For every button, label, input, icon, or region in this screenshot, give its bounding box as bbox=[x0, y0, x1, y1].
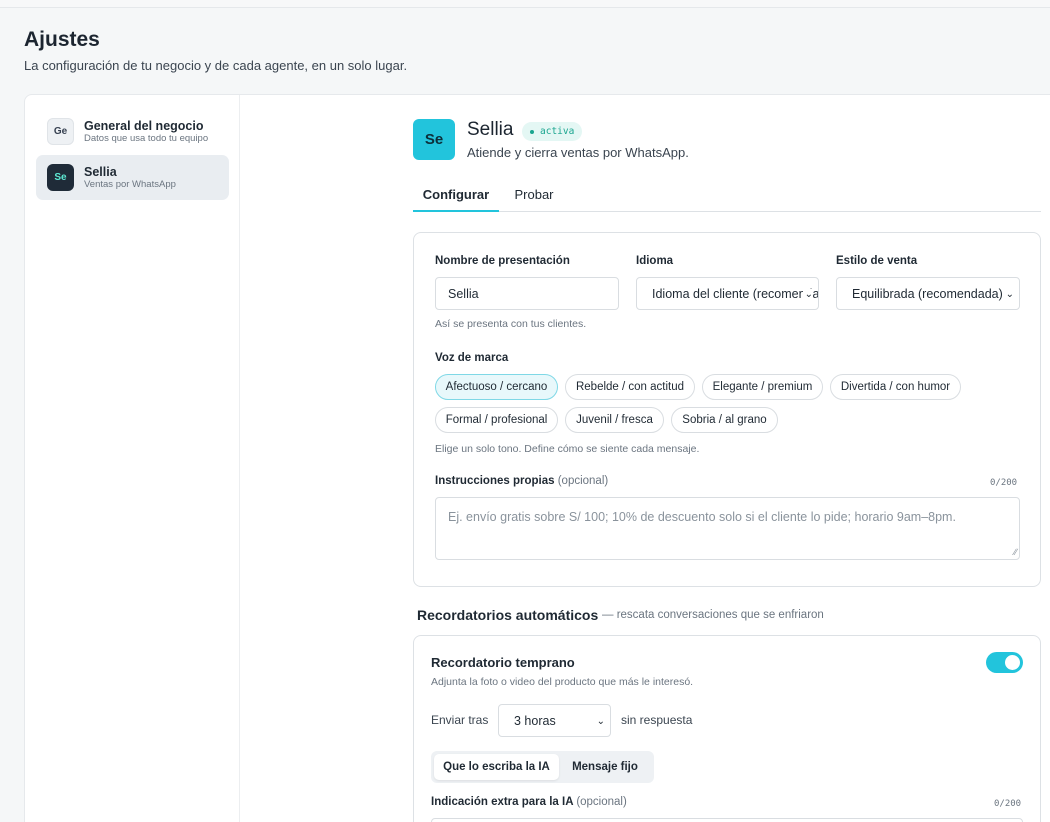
status-dot-icon bbox=[530, 129, 534, 134]
sidebar-item-general[interactable]: Ge General del negocio Datos que usa tod… bbox=[36, 109, 229, 154]
avatar: Se bbox=[47, 164, 74, 191]
reminder-subtitle: Adjunta la foto o video del producto que… bbox=[431, 676, 694, 688]
top-bar bbox=[0, 0, 1050, 8]
sidebar-item-title: General del negocio bbox=[84, 118, 204, 133]
textarea-placeholder: Ej. envío gratis sobre S/ 100; 10% de de… bbox=[448, 510, 956, 524]
tab-bar: Configurar Probar bbox=[413, 181, 1041, 212]
chevron-down-icon: ⌄ bbox=[594, 716, 605, 727]
toggle-knob bbox=[1005, 655, 1020, 670]
voice-chip[interactable]: Rebelde / con actitud bbox=[565, 374, 695, 400]
name-input[interactable]: Sellia bbox=[435, 277, 619, 310]
agent-description: Atiende y cierra ventas por WhatsApp. bbox=[467, 145, 689, 160]
settings-panel: Ge General del negocio Datos que usa tod… bbox=[24, 94, 1050, 822]
chevron-down-icon: ⌄ bbox=[802, 289, 813, 300]
page-subtitle: La configuración de tu negocio y de cada… bbox=[24, 58, 408, 73]
no-reply-label: sin respuesta bbox=[621, 713, 693, 727]
language-label: Idioma bbox=[636, 255, 674, 267]
sidebar-item-subtitle: Ventas por WhatsApp bbox=[84, 178, 176, 190]
avatar: Ge bbox=[47, 118, 74, 145]
tab-configurar[interactable]: Configurar bbox=[413, 181, 499, 212]
reminder-toggle[interactable] bbox=[986, 652, 1023, 673]
status-badge: activa bbox=[522, 122, 583, 141]
reminders-title: Recordatorios automáticos bbox=[417, 607, 599, 623]
sidebar: Ge General del negocio Datos que usa tod… bbox=[25, 95, 240, 822]
extra-instructions-input[interactable] bbox=[431, 818, 1023, 822]
voice-chip[interactable]: Sobria / al grano bbox=[671, 407, 778, 433]
resize-handle-icon[interactable]: ∕∕ bbox=[1014, 547, 1017, 557]
sidebar-item-subtitle: Datos que usa todo tu equipo bbox=[84, 132, 209, 144]
config-card: Nombre de presentación Sellia Así se pre… bbox=[413, 232, 1041, 587]
agent-name: Sellia bbox=[467, 119, 514, 140]
page-title: Ajustes bbox=[24, 28, 100, 51]
voice-chip[interactable]: Elegante / premium bbox=[702, 374, 823, 400]
sidebar-item-sellia[interactable]: Se Sellia Ventas por WhatsApp bbox=[36, 155, 229, 200]
status-text: activa bbox=[540, 126, 575, 137]
name-label: Nombre de presentación bbox=[435, 255, 570, 267]
extra-label: Indicación extra para la IA (opcional) bbox=[431, 796, 627, 808]
delay-select-value: 3 horas bbox=[514, 713, 556, 728]
language-select-value: Idioma del cliente (recomendado) bbox=[652, 286, 819, 301]
language-select[interactable]: Idioma del cliente (recomendado) ⌄ bbox=[636, 277, 819, 310]
instructions-label: Instrucciones propias (opcional) bbox=[435, 475, 609, 487]
voice-chip[interactable]: Afectuoso / cercano bbox=[435, 374, 558, 400]
style-select[interactable]: Equilibrada (recomendada) ⌄ bbox=[836, 277, 1020, 310]
tab-probar[interactable]: Probar bbox=[509, 181, 559, 212]
reminder-title: Recordatorio temprano bbox=[431, 655, 575, 670]
voice-hint: Elige un solo tono. Define cómo se sient… bbox=[435, 443, 700, 455]
agent-avatar: Se bbox=[413, 119, 455, 160]
chevron-down-icon: ⌄ bbox=[1003, 289, 1014, 300]
voice-chip[interactable]: Juvenil / fresca bbox=[565, 407, 664, 433]
mode-ai-button[interactable]: Que lo escriba la IA bbox=[434, 754, 559, 780]
char-counter: 0/200 bbox=[990, 478, 1018, 488]
optional-tag: (opcional) bbox=[557, 475, 609, 487]
reminders-note: — rescata conversaciones que se enfriaro… bbox=[602, 609, 824, 621]
style-select-value: Equilibrada (recomendada) bbox=[852, 286, 1003, 301]
mode-fixed-button[interactable]: Mensaje fijo bbox=[561, 754, 649, 780]
send-after-label: Enviar tras bbox=[431, 713, 489, 727]
char-counter: 0/200 bbox=[994, 799, 1022, 809]
early-reminder-card: Recordatorio temprano Adjunta la foto o … bbox=[413, 635, 1041, 822]
mode-segmented-control: Que lo escriba la IA Mensaje fijo bbox=[431, 751, 654, 783]
optional-tag: (opcional) bbox=[576, 796, 627, 808]
sidebar-item-title: Sellia bbox=[84, 164, 117, 179]
voice-chip[interactable]: Formal / profesional bbox=[435, 407, 558, 433]
style-label: Estilo de venta bbox=[836, 255, 918, 267]
instructions-textarea[interactable]: Ej. envío gratis sobre S/ 100; 10% de de… bbox=[435, 497, 1020, 560]
delay-select[interactable]: 3 horas ⌄ bbox=[498, 704, 611, 737]
voice-label: Voz de marca bbox=[435, 352, 509, 364]
name-hint: Así se presenta con tus clientes. bbox=[435, 318, 587, 330]
voice-chip[interactable]: Divertida / con humor bbox=[830, 374, 961, 400]
